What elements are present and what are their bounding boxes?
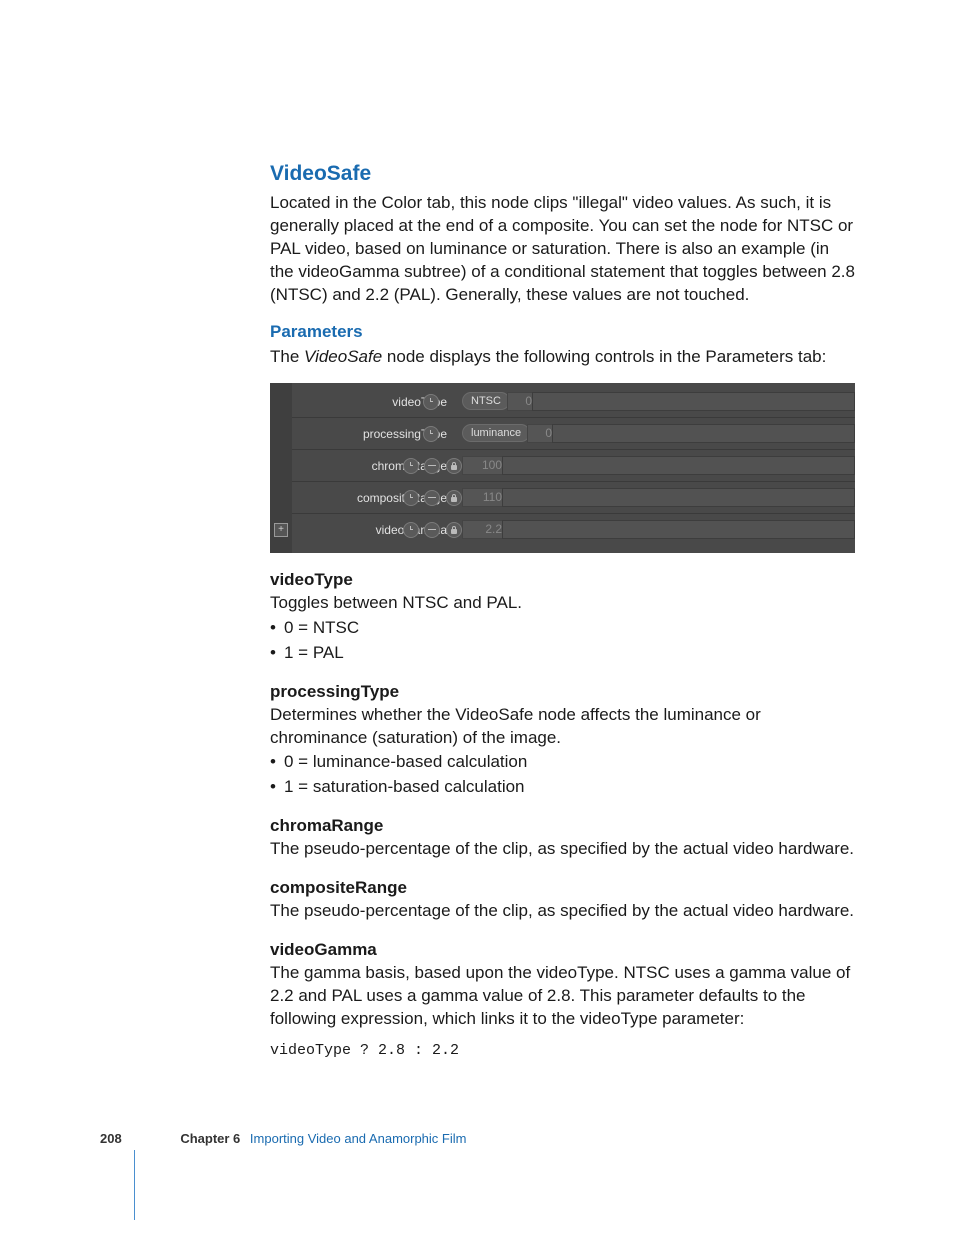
slider-track[interactable] bbox=[532, 392, 855, 411]
param-name: compositeRange bbox=[270, 877, 855, 900]
expand-icon[interactable]: + bbox=[274, 523, 288, 537]
list-item: 0 = NTSC bbox=[270, 617, 855, 640]
value-field[interactable]: 100 bbox=[462, 456, 507, 475]
param-name: videoGamma bbox=[270, 939, 855, 962]
clock-icon[interactable] bbox=[403, 522, 419, 538]
section-heading: VideoSafe bbox=[270, 160, 855, 188]
param-name: videoType bbox=[270, 569, 855, 592]
param-icons bbox=[402, 489, 463, 506]
page-number: 208 bbox=[100, 1131, 122, 1146]
slider-track[interactable] bbox=[502, 488, 855, 507]
list-item: 0 = luminance-based calculation bbox=[270, 751, 855, 774]
enum-pill[interactable]: luminance bbox=[462, 424, 530, 442]
lock-icon[interactable] bbox=[446, 490, 462, 506]
key-icon[interactable] bbox=[424, 522, 440, 538]
slider-track[interactable] bbox=[502, 456, 855, 475]
value-field[interactable]: 2.2 bbox=[462, 520, 507, 539]
row-videoType: videoType NTSC 0 bbox=[292, 387, 855, 418]
param-icons bbox=[402, 457, 463, 474]
lock-icon[interactable] bbox=[446, 522, 462, 538]
key-icon[interactable] bbox=[424, 458, 440, 474]
doc-compositeRange: compositeRange The pseudo-percentage of … bbox=[270, 877, 855, 923]
chapter-label: Chapter 6 bbox=[180, 1131, 240, 1146]
param-desc: The gamma basis, based upon the videoTyp… bbox=[270, 962, 855, 1031]
param-desc: Determines whether the VideoSafe node af… bbox=[270, 704, 855, 750]
clock-icon[interactable] bbox=[423, 394, 439, 410]
clock-icon[interactable] bbox=[403, 458, 419, 474]
doc-videoGamma: videoGamma The gamma basis, based upon t… bbox=[270, 939, 855, 1061]
param-name: chromaRange bbox=[270, 815, 855, 838]
row-compositeRange: compositeRange 110 bbox=[292, 483, 855, 514]
param-desc: Toggles between NTSC and PAL. bbox=[270, 592, 855, 615]
parameters-intro: The VideoSafe node displays the followin… bbox=[270, 346, 855, 369]
lock-icon[interactable] bbox=[446, 458, 462, 474]
list-item: 1 = PAL bbox=[270, 642, 855, 665]
bullet-list: 0 = NTSC 1 = PAL bbox=[270, 617, 855, 665]
param-desc: The pseudo-percentage of the clip, as sp… bbox=[270, 838, 855, 861]
text: The bbox=[270, 347, 304, 366]
param-icons bbox=[422, 425, 440, 442]
enum-pill[interactable]: NTSC bbox=[462, 392, 510, 410]
key-icon[interactable] bbox=[424, 490, 440, 506]
footer-rule bbox=[134, 1150, 135, 1220]
doc-videoType: videoType Toggles between NTSC and PAL. … bbox=[270, 569, 855, 665]
text: node displays the following controls in … bbox=[382, 347, 826, 366]
doc-processingType: processingType Determines whether the Vi… bbox=[270, 681, 855, 800]
param-icons bbox=[402, 521, 463, 538]
param-name: processingType bbox=[270, 681, 855, 704]
slider-track[interactable] bbox=[502, 520, 855, 539]
row-chromaRange: chromaRange 100 bbox=[292, 451, 855, 482]
row-processingType: processingType luminance 0 bbox=[292, 419, 855, 450]
clock-icon[interactable] bbox=[423, 426, 439, 442]
clock-icon[interactable] bbox=[403, 490, 419, 506]
row-videoGamma: videoGamma 2.2 bbox=[292, 515, 855, 545]
code-expression: videoType ? 2.8 : 2.2 bbox=[270, 1041, 855, 1061]
param-desc: The pseudo-percentage of the clip, as sp… bbox=[270, 900, 855, 923]
bullet-list: 0 = luminance-based calculation 1 = satu… bbox=[270, 751, 855, 799]
slider-track[interactable] bbox=[552, 424, 855, 443]
intro-paragraph: Located in the Color tab, this node clip… bbox=[270, 192, 855, 307]
param-icons bbox=[422, 393, 440, 410]
chapter-title: Importing Video and Anamorphic Film bbox=[250, 1131, 467, 1146]
expand-gutter: + bbox=[270, 383, 292, 553]
list-item: 1 = saturation-based calculation bbox=[270, 776, 855, 799]
parameters-panel: + videoType NTSC 0 processingType lumina… bbox=[270, 383, 855, 553]
page-footer: 208 Chapter 6 Importing Video and Anamor… bbox=[100, 1130, 466, 1148]
node-name: VideoSafe bbox=[304, 347, 382, 366]
value-field[interactable]: 110 bbox=[462, 488, 507, 507]
parameters-heading: Parameters bbox=[270, 321, 855, 344]
doc-chromaRange: chromaRange The pseudo-percentage of the… bbox=[270, 815, 855, 861]
